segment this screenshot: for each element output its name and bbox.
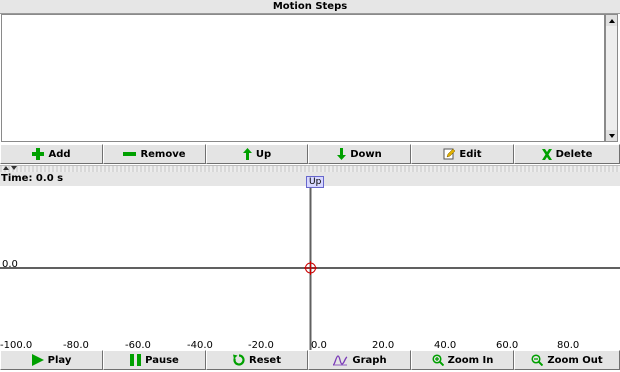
- edit-button-label: Edit: [459, 148, 482, 160]
- delete-button-label: Delete: [555, 148, 593, 160]
- motion-steps-toolbar: Add Remove Up Down Edit Delete: [0, 144, 620, 164]
- x-tick-label: 60.0: [496, 340, 519, 350]
- timeline-canvas: [0, 186, 620, 350]
- scroll-down-icon: [608, 133, 615, 138]
- y-zero-label: 0.0: [2, 259, 18, 270]
- edit-button[interactable]: Edit: [411, 144, 514, 164]
- remove-button-label: Remove: [140, 148, 186, 160]
- x-tick-label: 0.0: [311, 340, 327, 350]
- scroll-up-button[interactable]: [606, 15, 617, 26]
- reset-icon: [233, 354, 245, 366]
- motion-steps-list[interactable]: [1, 14, 605, 142]
- timeline-plot[interactable]: 0.0 -100.0 -80.0 -60.0 -40.0 -20.0 0.0 2…: [0, 186, 620, 350]
- scroll-up-icon: [608, 18, 615, 23]
- reset-button[interactable]: Reset: [206, 350, 308, 370]
- minus-icon: [123, 151, 137, 156]
- add-button[interactable]: Add: [0, 144, 103, 164]
- play-button[interactable]: Play: [0, 350, 103, 370]
- step-marker-label[interactable]: Up: [306, 176, 325, 188]
- play-icon: [31, 354, 44, 366]
- collapse-up-icon[interactable]: [3, 166, 9, 170]
- graph-icon: [333, 355, 348, 366]
- x-tick-label: -40.0: [187, 340, 213, 350]
- arrow-down-icon: [337, 148, 347, 160]
- edit-icon: [443, 148, 456, 160]
- split-divider[interactable]: [0, 165, 620, 172]
- down-button[interactable]: Down: [308, 144, 411, 164]
- x-icon: [541, 148, 552, 160]
- zoom-in-button-label: Zoom In: [447, 354, 494, 366]
- delete-button[interactable]: Delete: [514, 144, 620, 164]
- zoom-out-button[interactable]: Zoom Out: [514, 350, 620, 370]
- zoom-in-icon: [432, 354, 444, 366]
- divider-arrows: [3, 166, 17, 170]
- reset-button-label: Reset: [249, 354, 281, 366]
- pause-button-label: Pause: [145, 354, 179, 366]
- graph-button[interactable]: Graph: [308, 350, 411, 370]
- add-button-label: Add: [48, 148, 71, 160]
- scroll-down-button[interactable]: [606, 130, 617, 141]
- motion-steps-scrollbar[interactable]: [605, 14, 618, 142]
- plus-icon: [32, 148, 45, 160]
- x-tick-label: -20.0: [248, 340, 274, 350]
- x-tick-label: -60.0: [125, 340, 151, 350]
- x-tick-label: -100.0: [0, 340, 33, 350]
- arrow-up-icon: [242, 148, 252, 160]
- x-tick-label: -80.0: [63, 340, 89, 350]
- remove-button[interactable]: Remove: [103, 144, 206, 164]
- up-button-label: Up: [255, 148, 272, 160]
- down-button-label: Down: [350, 148, 382, 160]
- play-button-label: Play: [47, 354, 72, 366]
- x-tick-label: 40.0: [434, 340, 457, 350]
- collapse-down-icon[interactable]: [11, 166, 17, 170]
- playback-toolbar: Play Pause Reset Graph Zoom In Zoom Out: [0, 350, 620, 370]
- x-tick-label: 20.0: [372, 340, 395, 350]
- zoom-out-button-label: Zoom Out: [547, 354, 603, 366]
- zoom-in-button[interactable]: Zoom In: [411, 350, 514, 370]
- pause-button[interactable]: Pause: [103, 350, 206, 370]
- graph-button-label: Graph: [352, 354, 387, 366]
- up-button[interactable]: Up: [206, 144, 308, 164]
- x-tick-label: 80.0: [557, 340, 580, 350]
- zoom-out-icon: [531, 354, 544, 366]
- pause-icon: [130, 354, 142, 366]
- motion-steps-title: Motion Steps: [0, 0, 620, 14]
